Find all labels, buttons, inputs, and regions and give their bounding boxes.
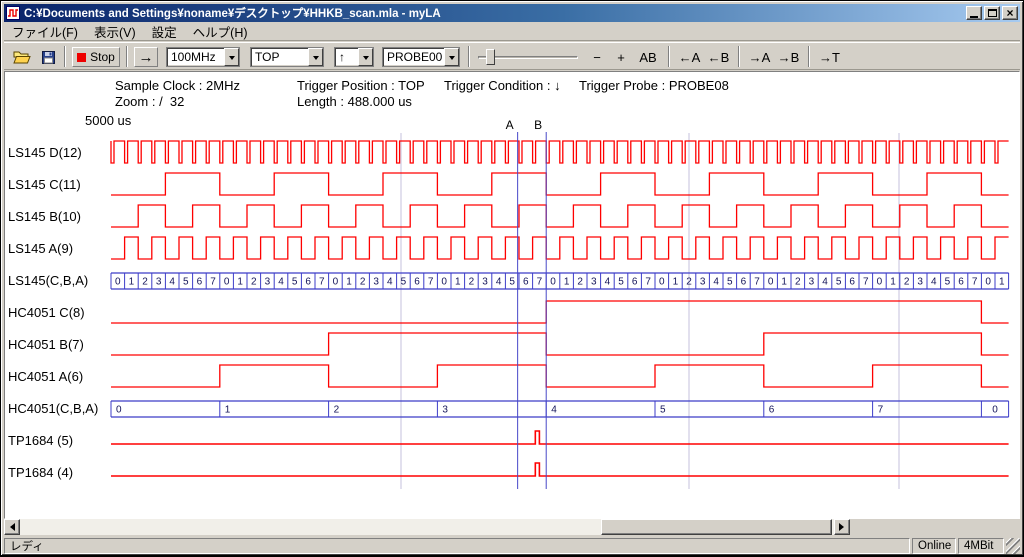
- toolbar-separator: [668, 46, 670, 67]
- save-file-button[interactable]: [36, 47, 60, 67]
- app-window: C:¥Documents and Settings¥noname¥デスクトップ¥…: [0, 0, 1024, 556]
- trigger-edge-combobox-value: ↑: [335, 48, 358, 66]
- goto-cursor-a-right-button[interactable]: →A: [746, 47, 773, 67]
- menu-bar: ファイル(F) 表示(V) 設定 ヘルプ(H): [4, 22, 1020, 41]
- status-ready-pane: レディ: [4, 538, 910, 554]
- zoom-slider-thumb[interactable]: [486, 49, 495, 65]
- open-file-button[interactable]: [10, 47, 34, 67]
- toolbar-separator: [738, 46, 740, 67]
- menu-settings[interactable]: 設定: [144, 20, 185, 43]
- minimize-button[interactable]: [966, 6, 982, 20]
- chevron-down-icon: [449, 56, 455, 63]
- toolbar: Stop → 100MHz TOP ↑ PROBE00 − + AB: [4, 42, 1020, 70]
- sample-clock-combobox-button[interactable]: [224, 48, 239, 66]
- zoom-slider[interactable]: [478, 47, 578, 67]
- probe-combobox-button[interactable]: [444, 48, 459, 66]
- minimize-icon: [970, 16, 978, 18]
- run-button[interactable]: →: [134, 47, 158, 67]
- menu-help[interactable]: ヘルプ(H): [185, 20, 256, 43]
- ab-button[interactable]: AB: [634, 47, 662, 67]
- chevron-down-icon: [363, 56, 369, 63]
- status-memory-pane: 4MBit: [958, 538, 1004, 554]
- trigger-edge-combobox[interactable]: ↑: [334, 47, 374, 67]
- waveform-client-area: [4, 71, 1020, 519]
- status-bar: レディ Online 4MBit: [4, 538, 1020, 554]
- run-arrow-icon: →: [139, 49, 154, 66]
- goto-cursor-b-right-button[interactable]: →B: [775, 47, 802, 67]
- zoom-out-button[interactable]: −: [586, 47, 608, 67]
- goto-trigger-button[interactable]: →T: [816, 47, 843, 67]
- sample-clock-combobox[interactable]: 100MHz: [166, 47, 240, 67]
- trigger-edge-combobox-button[interactable]: [358, 48, 373, 66]
- status-memory-text: 4MBit: [964, 540, 993, 552]
- scroll-left-icon: [6, 523, 15, 531]
- save-floppy-icon: [42, 51, 55, 64]
- zoom-in-button[interactable]: +: [610, 47, 632, 67]
- scrollbar-track[interactable]: [20, 519, 834, 535]
- maximize-icon: [988, 9, 997, 17]
- open-folder-icon: [13, 51, 31, 64]
- scrollbar-thumb[interactable]: [601, 519, 832, 535]
- scroll-right-button[interactable]: [834, 519, 850, 535]
- menu-view[interactable]: 表示(V): [86, 20, 144, 43]
- stop-button[interactable]: Stop: [72, 47, 120, 67]
- status-online-pane: Online: [912, 538, 956, 554]
- stop-square-icon: [77, 53, 86, 62]
- scroll-right-icon: [839, 523, 848, 531]
- status-online-text: Online: [918, 540, 951, 552]
- goto-cursor-b-left-button[interactable]: ←B: [705, 47, 732, 67]
- trigger-position-combobox[interactable]: TOP: [250, 47, 324, 67]
- horizontal-scrollbar[interactable]: [4, 519, 850, 535]
- toolbar-separator: [468, 46, 470, 67]
- stop-button-label: Stop: [90, 50, 115, 64]
- chevron-down-icon: [313, 56, 319, 63]
- probe-combobox[interactable]: PROBE00: [382, 47, 460, 67]
- toolbar-separator: [64, 46, 66, 67]
- trigger-position-combobox-button[interactable]: [308, 48, 323, 66]
- menu-file[interactable]: ファイル(F): [4, 20, 86, 43]
- trigger-position-combobox-value: TOP: [251, 48, 308, 66]
- maximize-button[interactable]: [984, 6, 1000, 20]
- scroll-left-button[interactable]: [4, 519, 20, 535]
- app-icon: [6, 6, 20, 20]
- toolbar-separator: [808, 46, 810, 67]
- status-ready-text: レディ: [10, 538, 44, 554]
- probe-combobox-value: PROBE00: [383, 48, 444, 66]
- goto-cursor-a-left-button[interactable]: ←A: [676, 47, 703, 67]
- chevron-down-icon: [229, 56, 235, 63]
- sample-clock-combobox-value: 100MHz: [167, 48, 224, 66]
- close-icon: ×: [1006, 8, 1013, 18]
- toolbar-separator: [126, 46, 128, 67]
- resize-grip[interactable]: [1006, 538, 1020, 554]
- close-button[interactable]: ×: [1002, 6, 1018, 20]
